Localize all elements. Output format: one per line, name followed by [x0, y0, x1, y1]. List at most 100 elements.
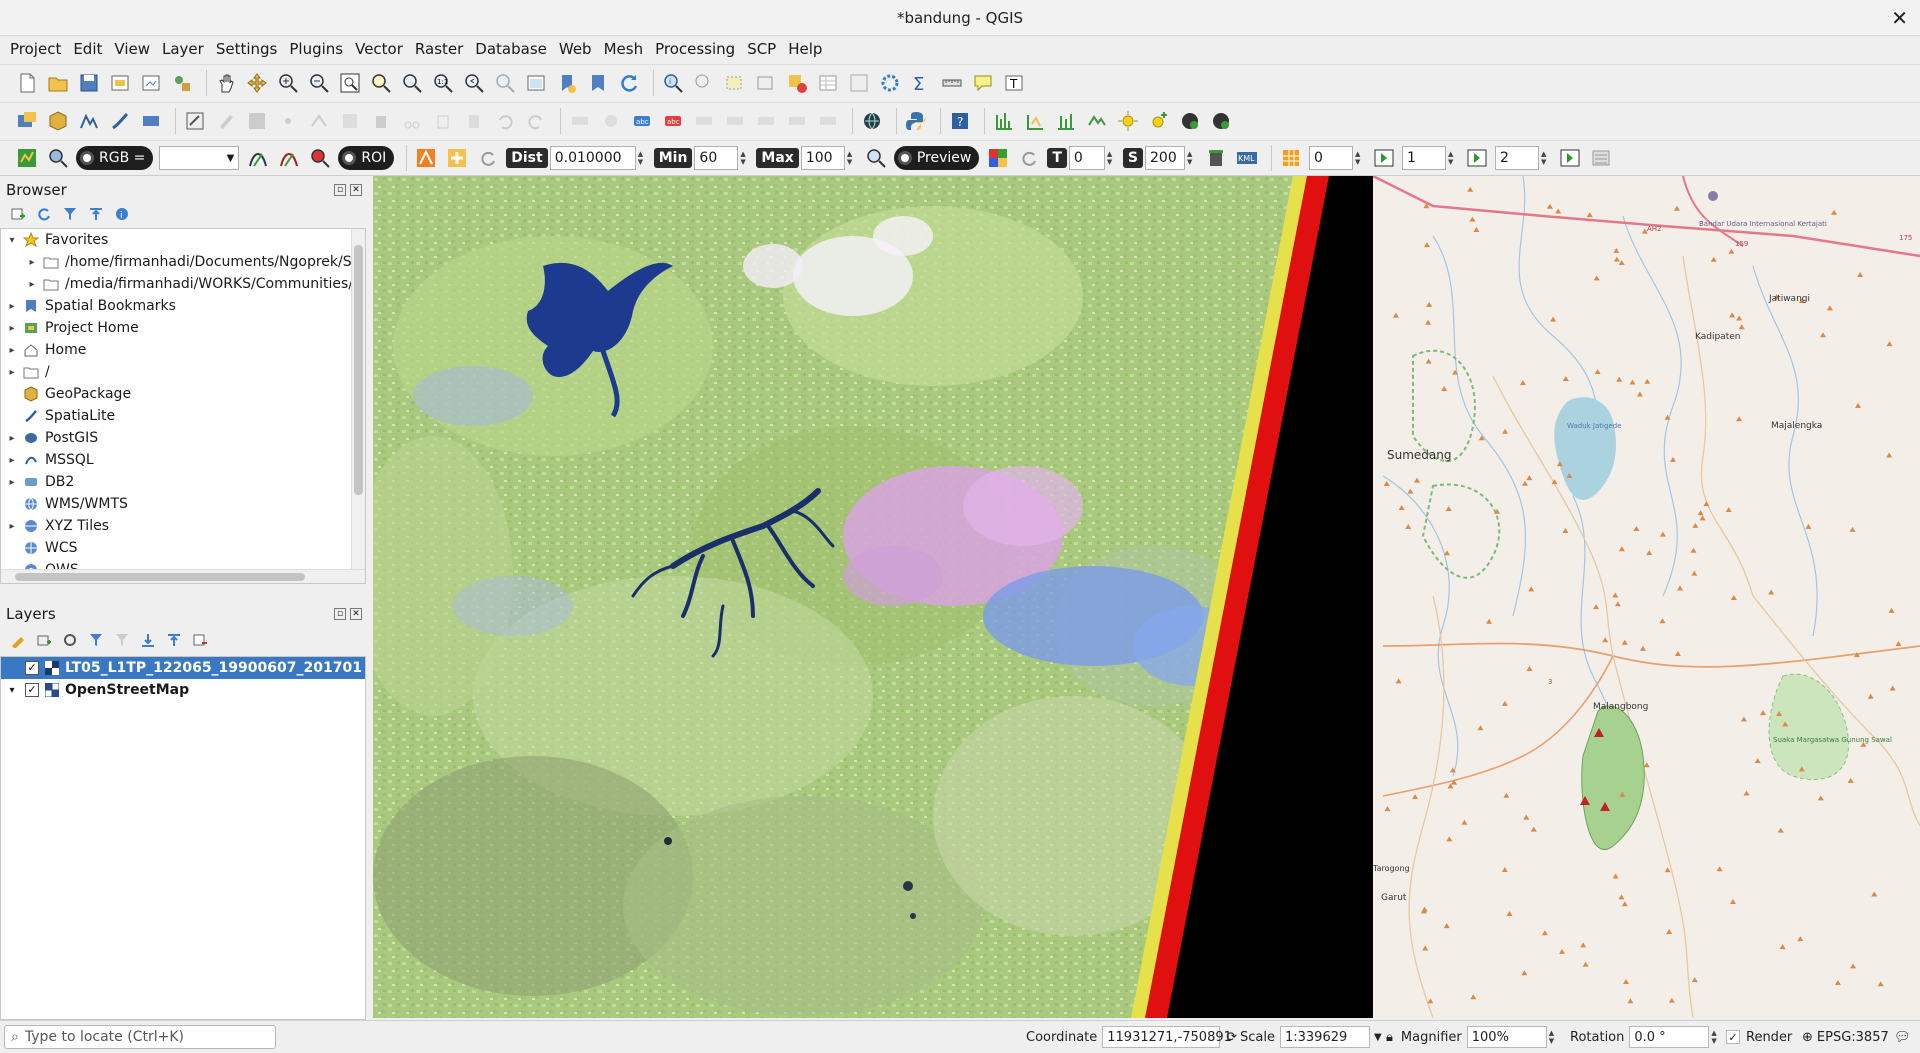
scp-redo-preview-icon[interactable] — [1016, 145, 1042, 171]
new-project-icon[interactable] — [14, 70, 40, 96]
manage-map-themes-icon[interactable] — [60, 630, 80, 650]
rgb-combo[interactable]: ▼ — [159, 146, 240, 170]
pan-to-selection-icon[interactable] — [244, 70, 270, 96]
layer-visibility-checkbox[interactable]: ✓ — [25, 683, 39, 697]
identify-features-icon[interactable]: i — [660, 70, 686, 96]
layer-labeling-options-icon[interactable]: abc — [629, 108, 655, 134]
chevron-right-icon[interactable]: ▸ — [5, 367, 19, 378]
magnifier-field[interactable]: 100% — [1466, 1026, 1547, 1048]
messages-icon[interactable]: 💬︎ — [1894, 1030, 1911, 1045]
diagram-options-icon[interactable] — [598, 108, 624, 134]
browser-item[interactable]: ▸ Project Home — [1, 317, 365, 339]
help-contents-icon[interactable]: ? — [947, 108, 973, 134]
scp-local-cumulative-stretch-icon[interactable] — [245, 145, 271, 171]
zoom-in-icon[interactable] — [275, 70, 301, 96]
menu-project[interactable]: Project — [4, 40, 67, 58]
roi-toggle[interactable]: ROI — [338, 146, 395, 170]
menu-layer[interactable]: Layer — [156, 40, 210, 58]
menu-database[interactable]: Database — [469, 40, 553, 58]
layout-manager-icon[interactable] — [138, 70, 164, 96]
new-map-view-icon[interactable] — [523, 70, 549, 96]
scp-add-temp-icon[interactable] — [1208, 108, 1234, 134]
paste-features-icon[interactable] — [461, 108, 487, 134]
scp-spectral-plot-icon[interactable] — [991, 108, 1017, 134]
browser-item[interactable]: WCS — [1, 537, 365, 559]
globe-icon[interactable]: ⊕ — [1802, 1030, 1813, 1045]
google-earth-engine-icon[interactable] — [859, 108, 885, 134]
scp-scatter-plot-icon[interactable] — [1022, 108, 1048, 134]
menu-web[interactable]: Web — [553, 40, 598, 58]
scp-dock-icon[interactable] — [14, 145, 40, 171]
zoom-last-icon[interactable] — [461, 70, 487, 96]
scp-band-calc-icon[interactable] — [1053, 108, 1079, 134]
t-input[interactable]: 0 — [1068, 146, 1105, 170]
close-window-icon[interactable]: ✕ — [1891, 6, 1908, 30]
collapse-all-layers-icon[interactable] — [164, 630, 184, 650]
magnifier-stepper[interactable]: ▲ ▼ — [1549, 1029, 1554, 1045]
rotation-stepper[interactable]: ▲ ▼ — [1711, 1029, 1716, 1045]
new-spatialite-layer-icon[interactable] — [107, 108, 133, 134]
zoom-out-icon[interactable] — [306, 70, 332, 96]
scp-batch-icon[interactable] — [1084, 108, 1110, 134]
select-by-value-icon[interactable] — [753, 70, 779, 96]
style-manager-icon[interactable] — [169, 70, 195, 96]
collapse-all-icon[interactable] — [86, 204, 106, 224]
deselect-all-icon[interactable] — [784, 70, 810, 96]
rotation-field[interactable]: 0.0 ° — [1629, 1026, 1710, 1048]
chevron-right-icon[interactable]: ▸ — [5, 455, 19, 466]
data-source-manager-icon[interactable] — [14, 108, 40, 134]
map-tips-icon[interactable] — [970, 70, 996, 96]
chevron-right-icon[interactable]: ▸ — [25, 279, 39, 290]
layer-row-openstreetmap[interactable]: ▾ ✓ OpenStreetMap — [1, 679, 365, 701]
browser-item[interactable]: ▾ Favorites — [1, 229, 365, 251]
copy-features-icon[interactable] — [430, 108, 456, 134]
open-field-calculator-icon[interactable] — [846, 70, 872, 96]
rotate-label-icon[interactable] — [815, 108, 841, 134]
filter-browser-icon[interactable] — [60, 204, 80, 224]
browser-item[interactable]: ▸ DB2 — [1, 471, 365, 493]
locator-search[interactable]: ⌕ Type to locate (Ctrl+K) — [4, 1025, 276, 1049]
open-attribute-table-icon[interactable] — [815, 70, 841, 96]
layer-visibility-checkbox[interactable]: ✓ — [25, 661, 39, 675]
statistical-summary-icon[interactable]: Σ — [908, 70, 934, 96]
select-features-icon[interactable] — [722, 70, 748, 96]
toggle-editing-icon[interactable] — [213, 108, 239, 134]
menu-mesh[interactable]: Mesh — [598, 40, 650, 58]
max-input[interactable]: 100 — [800, 146, 845, 170]
scp-band-set-list-icon[interactable] — [1588, 145, 1614, 171]
scp-zoom-roi-icon[interactable] — [307, 145, 333, 171]
refresh-browser-icon[interactable] — [34, 204, 54, 224]
crs-label[interactable]: EPSG:3857 — [1817, 1030, 1889, 1045]
scp-zoom-preview-icon[interactable] — [863, 145, 889, 171]
chevron-right-icon[interactable]: ▸ — [5, 433, 19, 444]
band-b-stepper[interactable]: ▲ ▼ — [1448, 146, 1458, 170]
menu-raster[interactable]: Raster — [409, 40, 469, 58]
browser-item[interactable]: GeoPackage — [1, 383, 365, 405]
layer-diagram-options-icon[interactable]: abc — [660, 108, 686, 134]
menu-processing[interactable]: Processing — [649, 40, 741, 58]
scp-band-set-table-icon[interactable] — [1278, 145, 1304, 171]
scp-remove-temp-files-icon[interactable] — [1203, 145, 1229, 171]
new-bookmark-icon[interactable] — [554, 70, 580, 96]
scp-region-growing-icon[interactable] — [444, 145, 470, 171]
refresh-icon[interactable] — [616, 70, 642, 96]
zoom-full-icon[interactable] — [337, 70, 363, 96]
current-edits-icon[interactable] — [182, 108, 208, 134]
float-panel-icon[interactable]: ▫ — [334, 608, 346, 620]
zoom-next-icon[interactable] — [492, 70, 518, 96]
map-canvas[interactable]: Sumedang Kadipaten Majalengka Jatiwangi … — [373, 176, 1920, 1018]
add-feature-icon[interactable] — [275, 108, 301, 134]
band-b-input[interactable]: 1 — [1402, 146, 1446, 170]
modify-attributes-icon[interactable] — [337, 108, 363, 134]
browser-horizontal-scrollbar[interactable] — [1, 569, 365, 583]
menu-vector[interactable]: Vector — [349, 40, 409, 58]
preview-toggle[interactable]: Preview — [893, 146, 980, 170]
scp-remove-temp-icon[interactable] — [1177, 108, 1203, 134]
scroll-thumb[interactable] — [15, 573, 305, 581]
scp-zoom-input-image-icon[interactable] — [45, 145, 71, 171]
new-virtual-layer-icon[interactable] — [138, 108, 164, 134]
browser-item[interactable]: SpatiaLite — [1, 405, 365, 427]
band-c-input[interactable]: 2 — [1495, 146, 1539, 170]
band-a-input[interactable]: 0 — [1309, 146, 1353, 170]
chevron-down-icon[interactable]: ▾ — [5, 235, 19, 246]
